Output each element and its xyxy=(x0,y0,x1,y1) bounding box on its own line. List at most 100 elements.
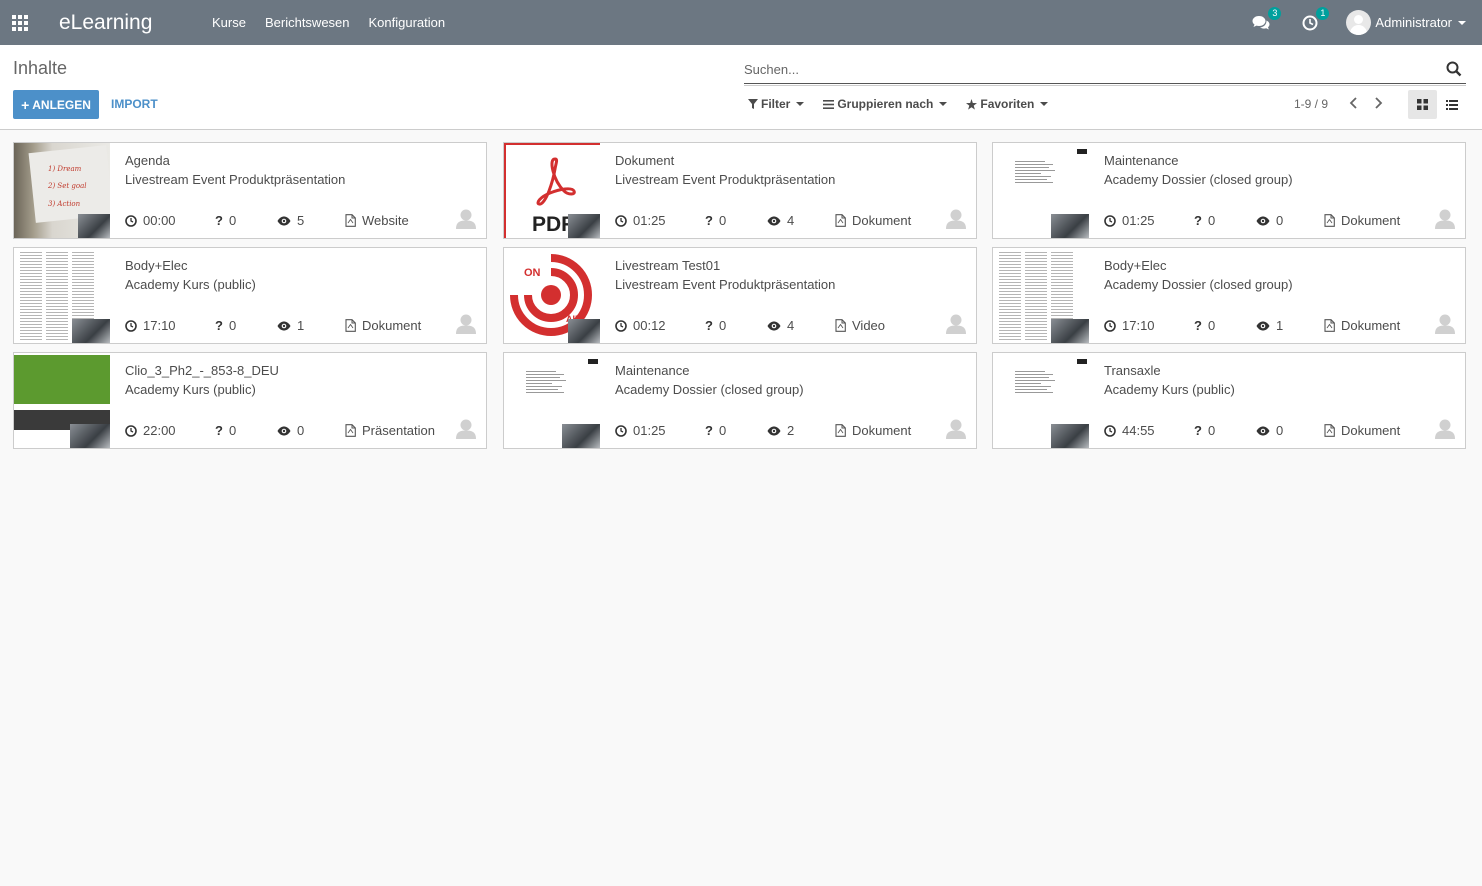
app-brand[interactable]: eLearning xyxy=(59,11,193,35)
list-view-button[interactable] xyxy=(1437,90,1466,119)
question-icon: ? xyxy=(705,318,713,333)
filter-label: Filter xyxy=(761,97,791,111)
card-title[interactable]: Maintenance xyxy=(1104,153,1178,168)
views-meta: 0 xyxy=(1256,213,1283,228)
presentation-file-icon xyxy=(345,424,356,437)
breadcrumb: Inhalte xyxy=(13,58,68,78)
eye-icon xyxy=(277,426,291,435)
search-input[interactable] xyxy=(744,62,1434,77)
questions-value: 0 xyxy=(228,213,237,228)
card-title[interactable]: Transaxle xyxy=(1104,363,1161,378)
clock-icon xyxy=(1104,319,1116,332)
card-channel: Livestream Event Produktpräsentation xyxy=(125,172,346,187)
content-card[interactable]: Body+Elec Academy Kurs (public) 17:10? 0 1 Do… xyxy=(13,247,487,344)
user-menu[interactable]: Administrator xyxy=(1346,10,1466,35)
views-value: 0 xyxy=(297,423,305,438)
groupby-label: Gruppieren nach xyxy=(837,97,934,111)
content-thumbnail[interactable]: ONAIR xyxy=(504,248,600,343)
pdf-file-icon xyxy=(1324,424,1335,437)
content-thumbnail[interactable] xyxy=(993,143,1089,238)
content-card[interactable]: Maintenance Academy Dossier (closed group… xyxy=(992,142,1466,239)
views-value: 1 xyxy=(1276,318,1284,333)
list-icon xyxy=(1445,99,1458,110)
questions-value: 0 xyxy=(718,423,727,438)
duration-value: 17:10 xyxy=(143,318,176,333)
content-card[interactable]: 1) Dream 2) Set goal 3) Action Agenda Livest… xyxy=(13,142,487,239)
question-icon: ? xyxy=(1194,213,1202,228)
kanban-view-button[interactable] xyxy=(1408,90,1437,119)
menu-kurse[interactable]: Kurse xyxy=(212,15,246,30)
top-navbar: eLearning Kurse Berichtswesen Konfigurat… xyxy=(0,0,1482,45)
content-thumbnail[interactable] xyxy=(14,353,110,448)
content-thumbnail[interactable] xyxy=(504,353,600,448)
content-thumbnail[interactable] xyxy=(993,353,1089,448)
content-thumbnail[interactable] xyxy=(14,248,110,343)
type-value: Präsentation xyxy=(362,423,435,438)
card-title[interactable]: Clio_3_Ph2_-_853-8_DEU xyxy=(125,363,279,378)
chevron-down-icon xyxy=(1458,20,1466,25)
content-card[interactable]: Body+Elec Academy Dossier (closed group) 1… xyxy=(992,247,1466,344)
menu-berichtswesen[interactable]: Berichtswesen xyxy=(265,15,350,30)
card-channel: Livestream Event Produktpräsentation xyxy=(615,172,836,187)
create-button[interactable]: + ANLEGEN xyxy=(13,90,99,119)
views-value: 2 xyxy=(787,423,795,438)
type-value: Dokument xyxy=(362,318,422,333)
content-card[interactable]: PDF Dokument Livestream Event Produktpräse… xyxy=(503,142,977,239)
card-channel: Academy Dossier (closed group) xyxy=(1104,277,1293,292)
eye-icon xyxy=(1256,426,1270,435)
questions-meta: ? 0 xyxy=(1194,423,1215,438)
filter-dropdown[interactable]: Filter xyxy=(748,97,805,111)
views-meta: 4 xyxy=(767,213,794,228)
duration-value: 01:25 xyxy=(633,423,666,438)
type-value: Website xyxy=(362,213,409,228)
chevron-right-icon[interactable] xyxy=(1371,95,1385,111)
create-label: ANLEGEN xyxy=(32,97,91,112)
user-placeholder-icon xyxy=(1435,209,1455,229)
question-icon: ? xyxy=(1194,423,1202,438)
duration-value: 17:10 xyxy=(1122,318,1155,333)
content-card[interactable]: Transaxle Academy Kurs (public) 44:55? 0 0 Do… xyxy=(992,352,1466,449)
questions-value: 0 xyxy=(1207,318,1216,333)
content-card[interactable]: ONAIR Livestream Test01 Livestream Event P… xyxy=(503,247,977,344)
duration-meta: 00:12 xyxy=(615,318,666,333)
import-button[interactable]: IMPORT xyxy=(111,97,158,111)
groupby-dropdown[interactable]: Gruppieren nach xyxy=(823,97,948,111)
messages-systray[interactable]: 3 xyxy=(1250,6,1282,33)
eye-icon xyxy=(1256,216,1270,225)
card-title[interactable]: Body+Elec xyxy=(1104,258,1167,273)
type-meta: Dokument xyxy=(835,213,911,228)
card-title[interactable]: Agenda xyxy=(125,153,170,168)
activities-systray[interactable]: 1 xyxy=(1298,6,1330,33)
apps-menu-icon[interactable] xyxy=(0,0,40,45)
menu-konfiguration[interactable]: Konfiguration xyxy=(369,15,446,30)
video-file-icon xyxy=(835,319,846,332)
search-divider xyxy=(744,85,1466,86)
content-thumbnail[interactable] xyxy=(993,248,1089,343)
content-card[interactable]: Clio_3_Ph2_-_853-8_DEU Academy Kurs (publ… xyxy=(13,352,487,449)
search-bar xyxy=(744,59,1466,84)
card-title[interactable]: Body+Elec xyxy=(125,258,188,273)
card-channel: Academy Dossier (closed group) xyxy=(615,382,804,397)
card-title[interactable]: Livestream Test01 xyxy=(615,258,720,273)
content-card[interactable]: Maintenance Academy Dossier (closed group… xyxy=(503,352,977,449)
chat-icon xyxy=(1252,15,1270,29)
clock-icon xyxy=(1104,214,1116,227)
question-icon: ? xyxy=(215,213,223,228)
chevron-left-icon[interactable] xyxy=(1347,95,1361,111)
list-bars-icon xyxy=(823,99,835,109)
duration-meta: 44:55 xyxy=(1104,423,1155,438)
pager-value[interactable]: 1-9 / 9 xyxy=(1294,97,1328,111)
views-meta: 4 xyxy=(767,318,794,333)
favorites-dropdown[interactable]: Favoriten xyxy=(966,97,1049,111)
chevron-down-icon xyxy=(939,102,948,106)
card-title[interactable]: Dokument xyxy=(615,153,674,168)
search-icon[interactable] xyxy=(1446,61,1462,77)
type-meta: Präsentation xyxy=(345,423,435,438)
question-icon: ? xyxy=(705,213,713,228)
views-value: 1 xyxy=(297,318,305,333)
questions-value: 0 xyxy=(718,213,727,228)
content-thumbnail[interactable]: PDF xyxy=(504,143,600,238)
content-thumbnail[interactable]: 1) Dream 2) Set goal 3) Action xyxy=(14,143,110,238)
type-value: Dokument xyxy=(1341,318,1401,333)
card-title[interactable]: Maintenance xyxy=(615,363,689,378)
